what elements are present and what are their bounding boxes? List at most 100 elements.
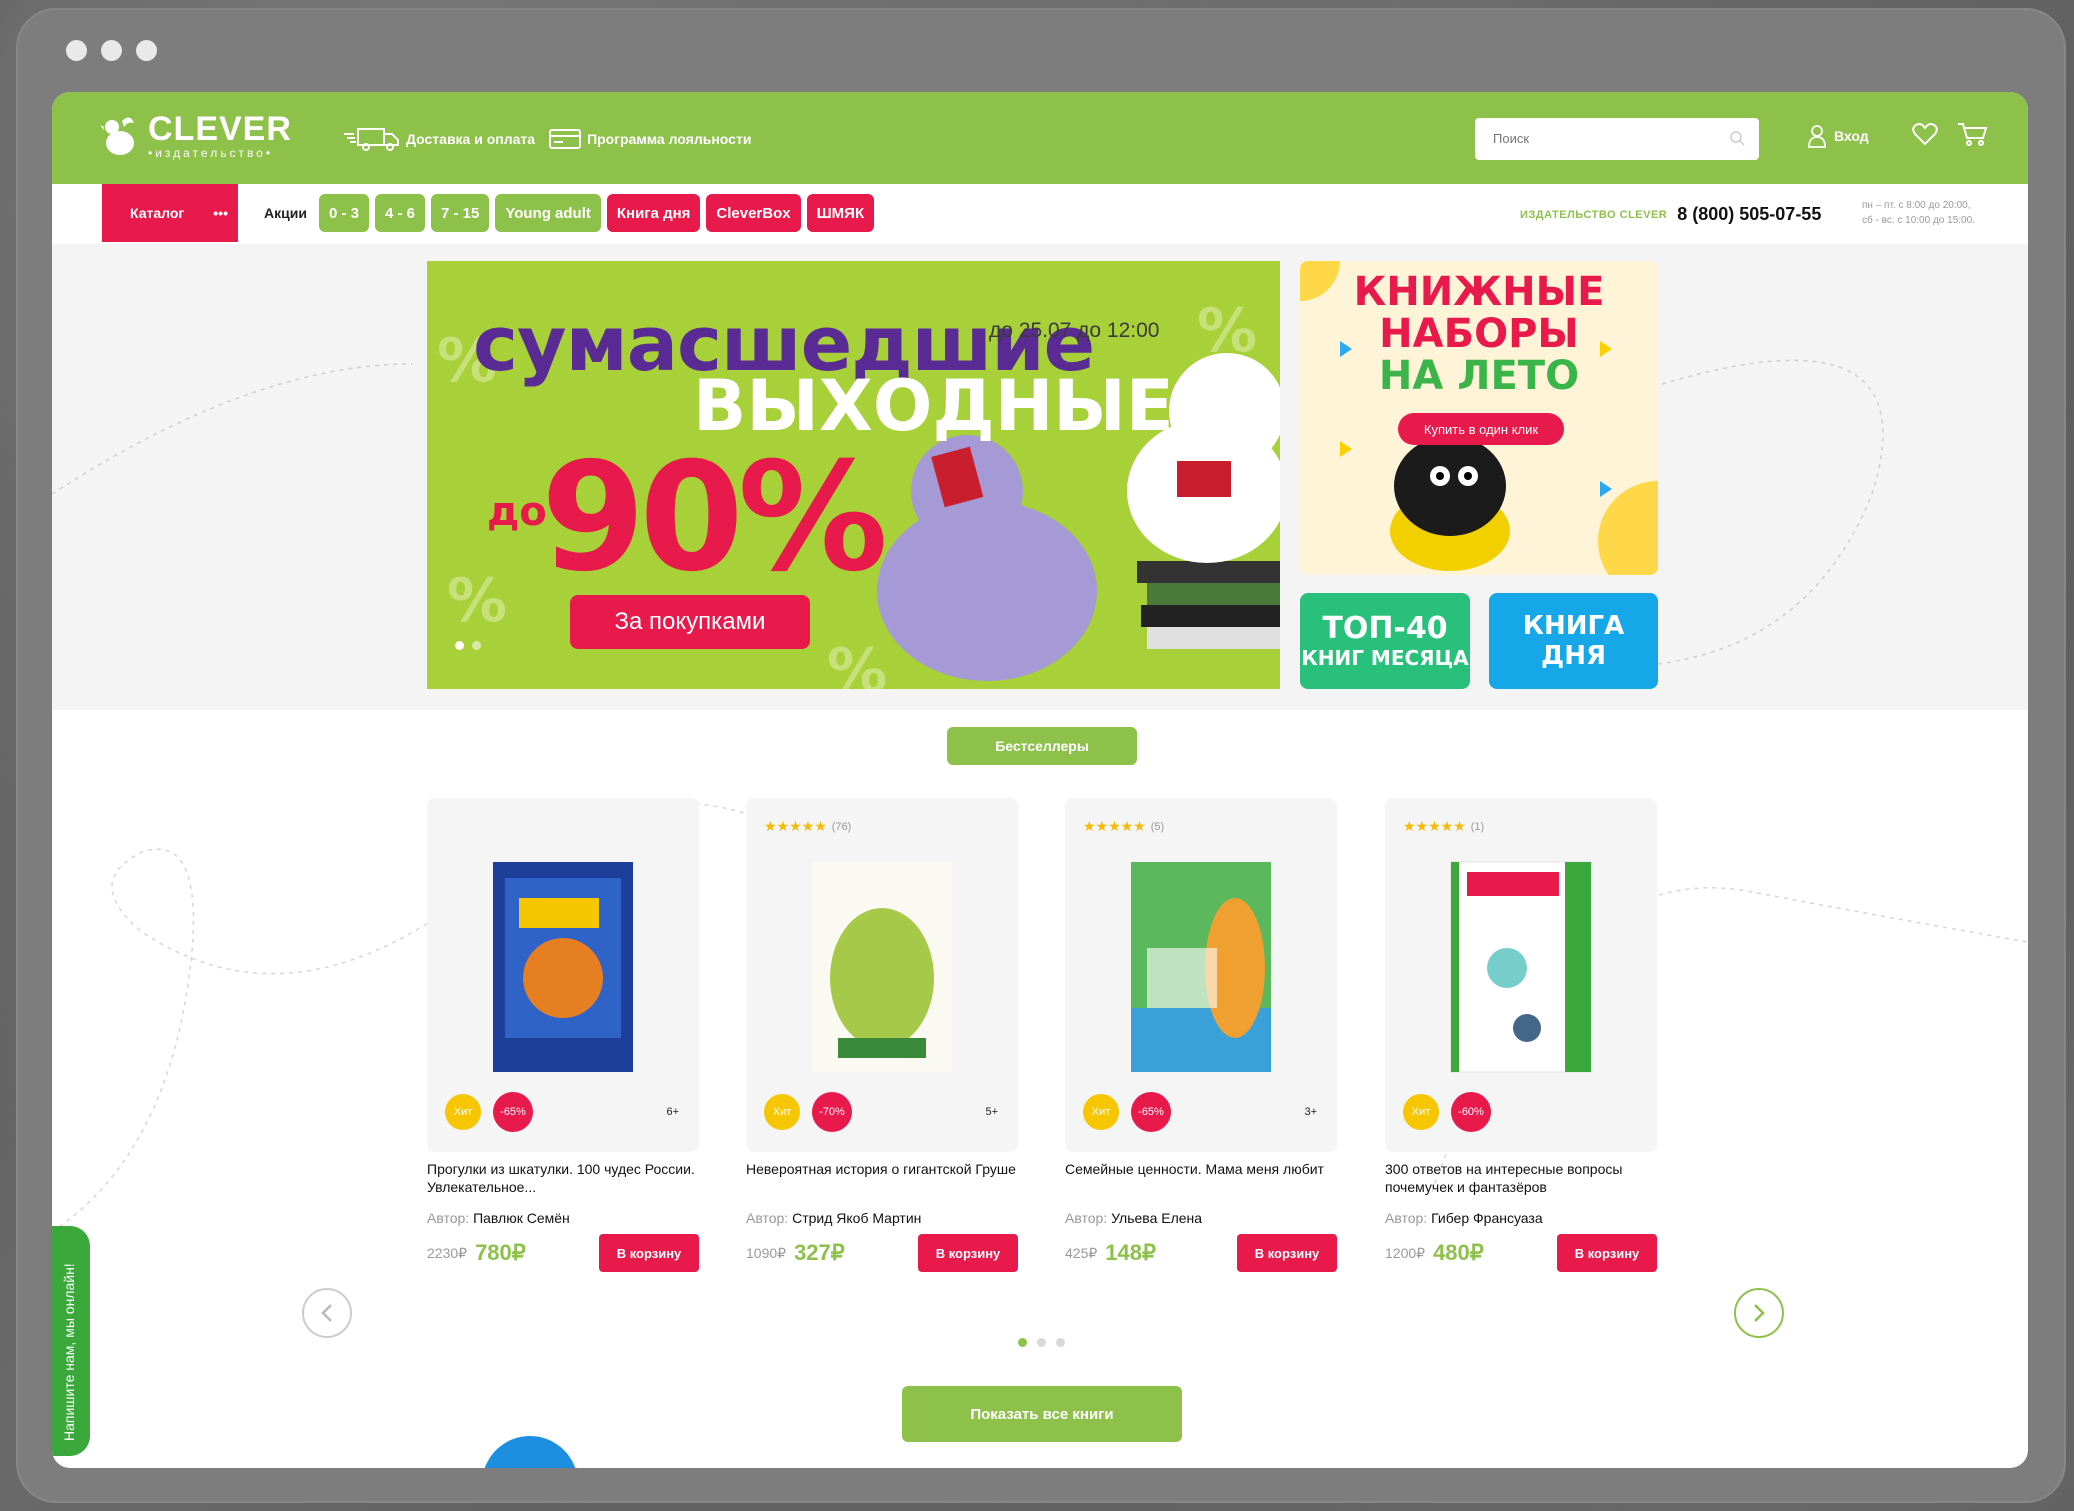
author-label: Автор: [1385,1210,1428,1226]
slider-pagination [1018,1338,1065,1347]
summer-sets-banner[interactable]: КНИЖНЫЕ НАБОРЫ НА ЛЕТО Купить в один кли… [1300,261,1658,575]
more-icon: ••• [213,205,228,221]
age-rating: 3+ [1304,1106,1317,1118]
product-title[interactable]: Невероятная история о гигантской Груше [746,1160,1018,1196]
current-price: 327₽ [794,1240,845,1265]
product-card[interactable]: ★★★★★ (5) Хит -65% 3+ Семейные ценности. … [1065,798,1337,1272]
logo[interactable]: CLEVER •издательство• [100,112,292,160]
chip-book-of-day[interactable]: Книга дня [606,194,701,232]
phone-number[interactable]: 8 (800) 505-07-55 [1677,204,1821,225]
next-arrow-button[interactable] [1734,1288,1784,1338]
delivery-label: Доставка и оплата [406,131,536,147]
heart-icon[interactable] [1912,122,1938,146]
loyalty-link[interactable]: Программа лояльности [549,126,751,152]
rating-stars: ★★★★★ (1) [1403,818,1485,834]
rating-count: (1) [1470,820,1485,833]
price-row: 425₽ 148₽ В корзину [1065,1234,1337,1272]
book-of-day-banner[interactable]: КНИГА ДНЯ [1489,593,1658,689]
current-price: 148₽ [1105,1240,1156,1265]
main-promo-banner[interactable]: %%%% сумасшедшие до 25.07 до 12:00 ВЫХОД… [427,261,1280,689]
age-rating: 6+ [666,1106,679,1118]
add-to-cart-button[interactable]: В корзину [1237,1234,1337,1272]
slider-dot-1[interactable] [1018,1338,1027,1347]
banner-prefix: до [487,489,547,535]
minimize-dot[interactable] [101,40,122,61]
chip-age-7-15[interactable]: 7 - 15 [430,194,490,232]
top40-title: ТОП-40 [1322,611,1448,646]
slider-dot-3[interactable] [1056,1338,1065,1347]
rating-stars: ★★★★★ (5) [1083,818,1165,834]
chip-cleverbox[interactable]: CleverBox [706,194,801,232]
author-name[interactable]: Гибер Франсуаза [1431,1210,1543,1226]
product-card[interactable]: ★★★★★ (1) Хит -60% 300 ответов на интерес… [1385,798,1657,1272]
book-day-title-1: КНИГА [1522,611,1625,641]
maximize-dot[interactable] [136,40,157,61]
login-link[interactable]: Вход [1808,124,1869,148]
promo-chips: Акции 0 - 3 4 - 6 7 - 15 Young adult Кни… [264,194,875,232]
product-card[interactable]: Хит -65% 6+ Прогулки из шкатулки. 100 чу… [427,798,699,1272]
old-price: 425₽ [1065,1244,1098,1261]
hit-badge: Хит [1403,1094,1439,1130]
summer-title-2: НАБОРЫ [1379,311,1579,357]
hours-weekend: сб - вс. с 10:00 до 15:00. [1862,215,1975,226]
add-to-cart-button[interactable]: В корзину [1557,1234,1657,1272]
login-label: Вход [1834,128,1869,144]
chat-widget[interactable]: Напишите нам, мы онлайн! [52,1226,90,1456]
chip-age-0-3[interactable]: 0 - 3 [318,194,369,232]
bird-logo-icon [100,117,134,155]
product-title[interactable]: Прогулки из шкатулки. 100 чудес России. … [427,1160,699,1196]
svg-text:%: % [827,636,887,689]
author-label: Автор: [1065,1210,1108,1226]
cart-icon[interactable] [1958,122,1988,146]
chip-age-4-6[interactable]: 4 - 6 [374,194,425,232]
show-all-books-button[interactable]: Показать все книги [902,1386,1182,1442]
book-cover-4[interactable] [1447,858,1595,1076]
window-controls [66,40,157,61]
site-header: CLEVER •издательство• Доставка и оплата [52,92,2028,184]
add-to-cart-button[interactable]: В корзину [918,1234,1018,1272]
banner-dot-2[interactable] [472,641,481,650]
current-price: 780₽ [475,1240,526,1265]
slider-dot-2[interactable] [1037,1338,1046,1347]
hours-weekdays: пн – пт. с 8:00 до 20:00, [1862,200,1971,211]
card-icon [549,129,582,149]
shop-now-button[interactable]: За покупками [570,595,810,649]
product-image-box: ★★★★★ (76) Хит -70% 5+ [746,798,1018,1152]
product-card[interactable]: ★★★★★ (76) Хит -70% 5+ Невероятная истори… [746,798,1018,1272]
top40-subtitle: КНИГ МЕСЯЦА [1301,646,1469,670]
website: CLEVER •издательство• Доставка и оплата [52,92,2028,1468]
buy-one-click-button[interactable]: Купить в один клик [1398,413,1564,445]
discount-badge: -60% [1451,1092,1491,1132]
author-name[interactable]: Павлюк Семён [473,1210,570,1226]
search-input[interactable] [1491,130,1715,147]
tab-bestsellers[interactable]: Бестселлеры [947,727,1137,765]
banner-dot-1[interactable] [455,641,464,650]
book-cover-3[interactable] [1127,858,1275,1076]
rating-count: (5) [1150,820,1165,833]
search-box[interactable] [1475,118,1759,160]
book-cover-1[interactable] [489,858,637,1076]
discount-badge: -65% [493,1092,533,1132]
product-title[interactable]: Семейные ценности. Мама меня любит [1065,1160,1337,1196]
book-day-title-2: ДНЯ [1541,641,1606,671]
delivery-link[interactable]: Доставка и оплата [344,126,535,152]
product-title[interactable]: 300 ответов на интересные вопросы почему… [1385,1160,1657,1196]
prev-arrow-button[interactable] [302,1288,352,1338]
book-cover-2[interactable] [808,858,956,1076]
chip-shmyak[interactable]: ШМЯК [806,194,875,232]
catalog-button[interactable]: Каталог ••• [102,184,238,242]
author-name[interactable]: Ульева Елена [1111,1210,1202,1226]
publisher-label: ИЗДАТЕЛЬСТВО CLEVER [1520,208,1668,221]
chat-label: Напишите нам, мы онлайн! [61,1263,77,1441]
search-icon[interactable] [1729,130,1745,146]
add-to-cart-button[interactable]: В корзину [599,1234,699,1272]
chevron-right-icon [1754,1304,1765,1322]
product-image-box: ★★★★★ (1) Хит -60% [1385,798,1657,1152]
close-dot[interactable] [66,40,87,61]
age-rating: 5+ [985,1106,998,1118]
chip-young-adult[interactable]: Young adult [495,194,601,232]
top40-banner[interactable]: ТОП-40 КНИГ МЕСЯЦА [1300,593,1470,689]
old-price: 1090₽ [746,1244,787,1261]
author-name[interactable]: Стрид Якоб Мартин [792,1210,921,1226]
hit-badge: Хит [764,1094,800,1130]
